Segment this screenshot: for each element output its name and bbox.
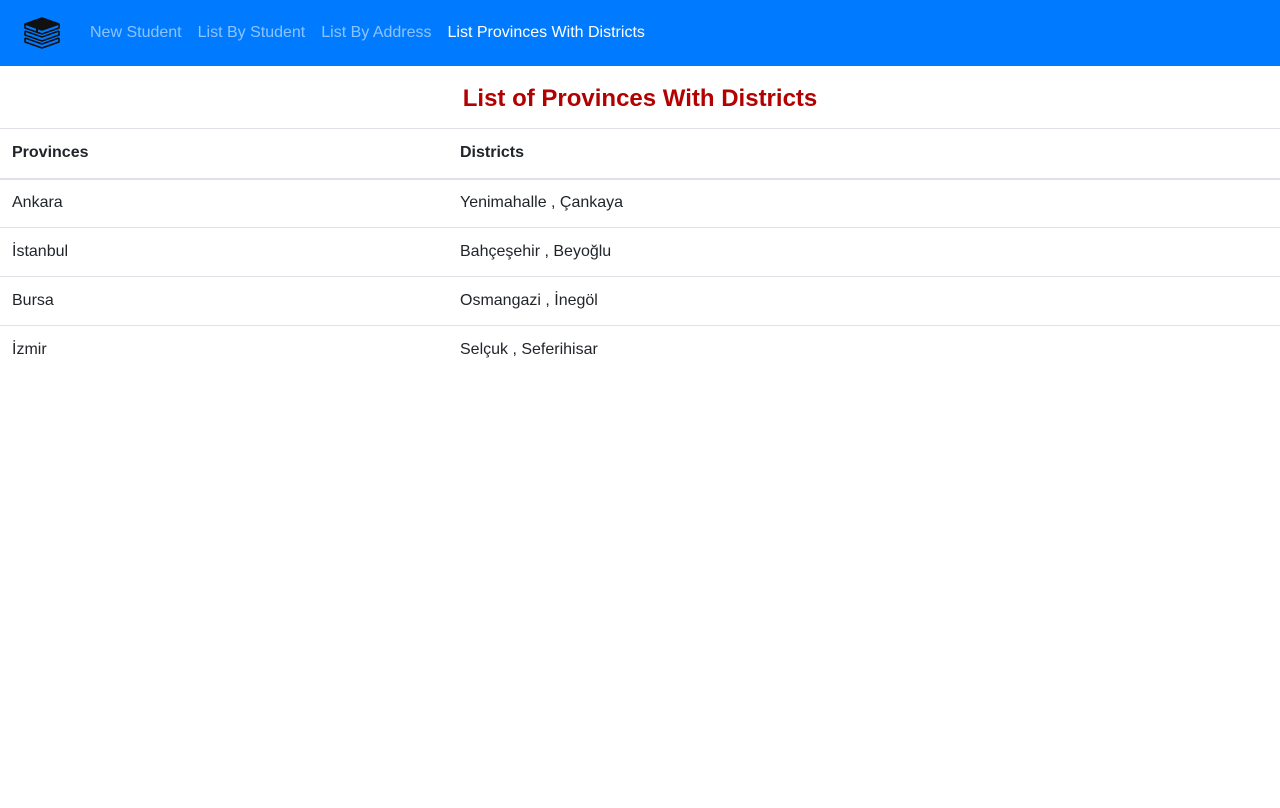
- province-cell: İstanbul: [0, 227, 448, 277]
- table-header: Provinces Districts: [0, 128, 1280, 180]
- nav-link-list-provinces-with-districts[interactable]: List Provinces With Districts: [448, 24, 645, 42]
- districts-cell: Osmangazi , İnegöl: [448, 276, 1280, 326]
- nav-link-list-by-address[interactable]: List By Address: [321, 24, 431, 42]
- table-header-row: Provinces Districts: [0, 128, 1280, 180]
- column-header-provinces: Provinces: [0, 128, 448, 180]
- provinces-table: Provinces Districts Ankara Yenimahalle ,…: [0, 128, 1280, 375]
- nav-link-list-by-student[interactable]: List By Student: [198, 24, 306, 42]
- table-row: İstanbul Bahçeşehir , Beyoğlu: [0, 227, 1280, 277]
- districts-cell: Yenimahalle , Çankaya: [448, 178, 1280, 228]
- column-header-districts: Districts: [448, 128, 1280, 180]
- navbar: New Student List By Student List By Addr…: [0, 0, 1280, 66]
- nav-link-new-student[interactable]: New Student: [90, 24, 182, 42]
- table-row: İzmir Selçuk , Seferihisar: [0, 326, 1280, 375]
- table-row: Ankara Yenimahalle , Çankaya: [0, 178, 1280, 228]
- table-row: Bursa Osmangazi , İnegöl: [0, 276, 1280, 326]
- nav-links: New Student List By Student List By Addr…: [90, 24, 661, 42]
- table-body: Ankara Yenimahalle , Çankaya İstanbul Ba…: [0, 178, 1280, 375]
- books-stack-icon[interactable]: [22, 15, 62, 51]
- districts-cell: Bahçeşehir , Beyoğlu: [448, 227, 1280, 277]
- province-cell: Ankara: [0, 178, 448, 228]
- province-cell: İzmir: [12, 341, 47, 359]
- province-cell: Bursa: [0, 276, 448, 326]
- page-title: List of Provinces With Districts: [462, 85, 818, 112]
- districts-cell: Selçuk , Seferihisar: [460, 341, 598, 359]
